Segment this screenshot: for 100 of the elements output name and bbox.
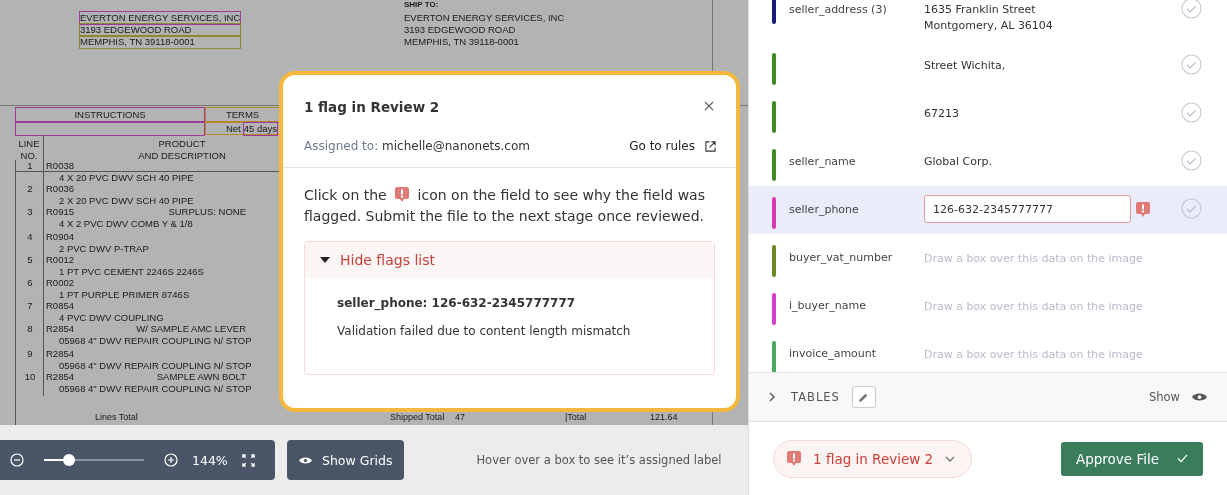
zoom-level: 144% <box>192 452 228 468</box>
field-row[interactable]: Street Wichita, <box>749 42 1227 90</box>
address-line: MEMPHIS, TN 39118-0001 <box>404 36 520 48</box>
column-header: TERMS <box>225 108 260 121</box>
product-code: R0036 <box>46 183 74 195</box>
field-row[interactable]: seller_address (3) 1635 Franklin Street Montgomery, AL 36104 <box>749 0 1227 42</box>
ship-to-label: SHIP TO: <box>404 0 439 10</box>
product-description: 4 X 2 PVC DWV COMB Y & 1/8 <box>58 218 194 230</box>
approve-file-button[interactable]: Approve File <box>1061 441 1203 476</box>
field-label: seller_name <box>789 155 856 168</box>
product-note: W/ SAMPLE AMC LEVER <box>136 323 246 335</box>
field-value: 1635 Franklin Street Montgomery, AL 36104 <box>924 2 1054 34</box>
product-description: 4 X 20 PVC DWV SCH 40 PIPE <box>58 172 195 184</box>
product-description: 4 PVC DWV COUPLING <box>58 312 165 324</box>
line-number: 5 <box>27 254 33 265</box>
product-code: R2854 <box>46 348 74 360</box>
field-label: seller_phone <box>789 203 859 216</box>
show-toggle[interactable]: Show <box>1148 390 1180 404</box>
slider-thumb[interactable] <box>63 454 75 466</box>
product-code: R0915 <box>46 206 74 218</box>
field-value: Street Wichita, <box>924 58 1007 74</box>
terms-text: Net <box>225 122 241 135</box>
flags-dropdown-button[interactable]: 1 flag in Review 2 <box>773 439 973 478</box>
external-link-icon <box>705 140 716 152</box>
check-circle-icon[interactable] <box>1181 102 1202 123</box>
check-circle-icon[interactable] <box>1181 198 1202 219</box>
assigned-to-text: Assigned to: michelle@nanonets.com <box>304 139 530 153</box>
field-label: invoice_amount <box>789 347 877 360</box>
line-number: 4 <box>27 231 33 242</box>
line-number: 6 <box>27 277 33 288</box>
total-text: 121.64 <box>650 411 678 423</box>
field-label: buyer_vat_number <box>789 251 893 264</box>
field-row[interactable]: 67213 <box>749 90 1227 138</box>
product-description: 1 PT PVC CEMENT 2246S 2246S <box>58 266 205 278</box>
column-header: AND DESCRIPTION <box>138 150 226 162</box>
address-line: EVERTON ENERGY SERVICES, INC <box>80 12 241 24</box>
pencil-icon <box>858 391 870 403</box>
line-number: 3 <box>27 206 33 217</box>
column-header: LINE <box>18 138 40 150</box>
zoom-out-icon[interactable] <box>10 453 24 467</box>
hint-text: Hover over a box to see it’s assigned label <box>476 453 722 467</box>
column-header: PRODUCT <box>158 138 206 150</box>
check-circle-icon[interactable] <box>1181 150 1202 171</box>
caret-icon <box>320 257 330 263</box>
address-line: EVERTON ENERGY SERVICES, INC <box>404 12 565 24</box>
alert-icon <box>395 187 410 202</box>
field-row[interactable]: seller_name Global Corp. <box>749 138 1227 186</box>
field-placeholder: Draw a box over this data on the image <box>924 252 1144 265</box>
chevron-icon[interactable] <box>769 392 775 402</box>
total-text: Shipped Total <box>390 411 445 423</box>
edit-button[interactable] <box>851 386 876 408</box>
field-row[interactable]: invoice_amount Draw a box over this data on the image <box>749 330 1227 372</box>
fullscreen-icon[interactable] <box>241 453 255 467</box>
product-note: SURPLUS: NONE <box>168 206 246 218</box>
line-number: 10 <box>24 371 36 382</box>
address-line: MEMPHIS, TN 39118-0001 <box>80 36 241 48</box>
product-description: 2 X 20 PVC DWV SCH 40 PIPE <box>58 195 195 207</box>
product-code: R0002 <box>46 277 74 289</box>
field-row[interactable]: i_buyer_name Draw a box over this data on the image <box>749 282 1227 330</box>
product-code: R0904 <box>46 231 74 243</box>
go-to-rules-link[interactable]: Go to rules <box>629 139 716 153</box>
field-input[interactable]: 126-632-2345777777 <box>924 195 1131 223</box>
close-icon[interactable] <box>702 99 716 113</box>
tables-label: TABLES <box>791 390 840 404</box>
field-label: i_buyer_name <box>789 299 866 312</box>
check-circle-icon[interactable] <box>1181 54 1202 75</box>
product-code: R2854 <box>46 323 74 335</box>
field-placeholder: Draw a box over this data on the image <box>924 348 1144 361</box>
column-header: NO. <box>20 150 38 162</box>
eye-icon[interactable] <box>1192 392 1207 402</box>
field-row[interactable]: buyer_vat_number Draw a box over this data on the image <box>749 234 1227 282</box>
field-label: seller_address (3) <box>789 3 887 16</box>
field-value: Global Corp. <box>924 154 993 170</box>
product-description: 1 PT PURPLE PRIMER 8746S <box>58 289 191 301</box>
total-text: 47 <box>455 411 465 423</box>
popup-title: 1 flag in Review 2 <box>304 99 440 115</box>
eye-icon <box>299 455 312 465</box>
product-code: R2854 <box>46 371 74 383</box>
flag-reason: Validation failed due to content length mismatch <box>337 324 632 338</box>
line-number: 8 <box>27 323 33 334</box>
show-grids-button[interactable]: Show Grids <box>287 440 405 480</box>
product-description: 05968 4" DWV REPAIR COUPLING N/ STOP <box>58 360 253 372</box>
line-number: 2 <box>27 183 33 194</box>
flag-field: seller_phone: 126-632-2345777777 <box>337 296 714 310</box>
product-code: R0012 <box>46 254 74 266</box>
field-row[interactable]: seller_phone 126-632-2345777777 <box>749 186 1227 234</box>
product-code: R0038 <box>46 160 74 172</box>
total-text: Lines Total <box>95 411 138 423</box>
alert-icon <box>1136 202 1150 217</box>
total-text: |Total <box>565 411 587 423</box>
check-icon <box>1177 454 1189 463</box>
product-code: R0854 <box>46 300 74 312</box>
address-line: 3193 EDGEWOOD ROAD <box>404 24 517 36</box>
line-number: 7 <box>27 300 33 311</box>
field-placeholder: Draw a box over this data on the image <box>924 300 1144 313</box>
zoom-in-icon[interactable] <box>164 453 178 467</box>
product-note: SAMPLE AWN BOLT <box>156 371 246 383</box>
field-value: 67213 <box>924 106 960 122</box>
line-number: 1 <box>27 160 33 171</box>
hide-flags-toggle[interactable]: Hide flags list <box>305 242 714 278</box>
